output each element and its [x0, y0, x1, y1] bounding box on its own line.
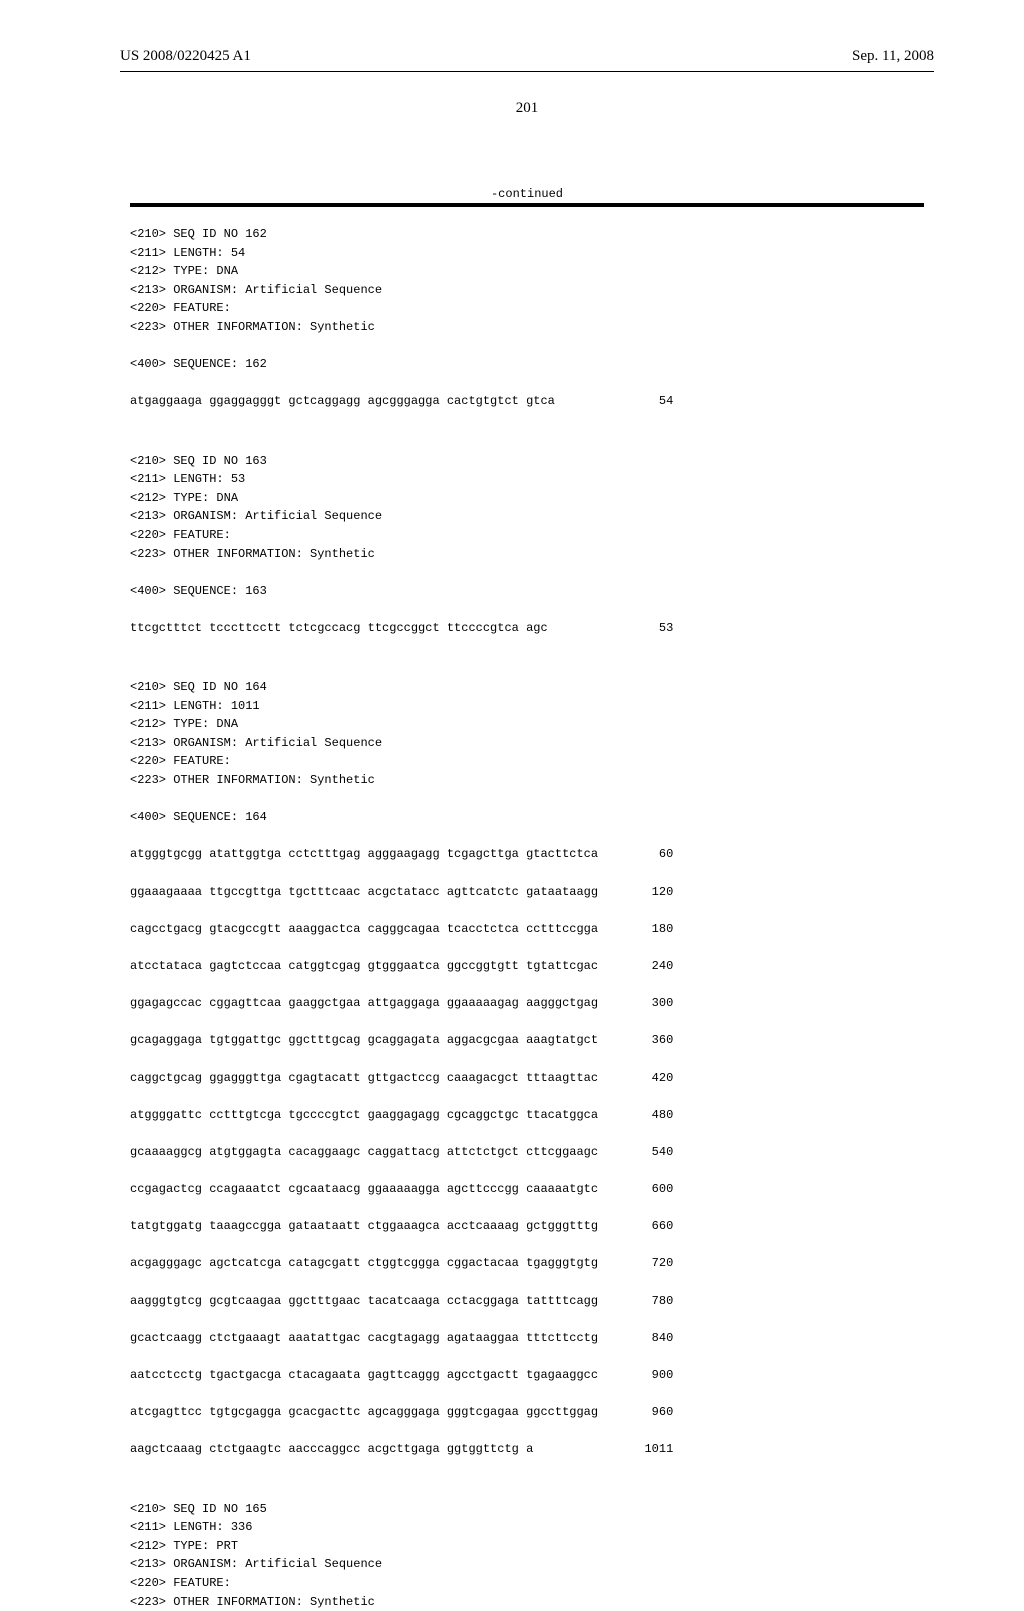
sequence-line: atcgagttcc tgtgcgagga gcacgacttc agcaggg… [130, 1403, 934, 1422]
meta-line: <210> SEQ ID NO 163 [130, 452, 934, 471]
sequence-position: 780 [623, 1292, 673, 1311]
meta-line: <211> LENGTH: 336 [130, 1518, 934, 1537]
meta-line: <212> TYPE: DNA [130, 489, 934, 508]
sequence-position: 840 [623, 1329, 673, 1348]
sequence-position: 300 [623, 994, 673, 1013]
sequence-position: 53 [623, 619, 673, 638]
meta-line: <220> FEATURE: [130, 526, 934, 545]
meta-line: <213> ORGANISM: Artificial Sequence [130, 1555, 934, 1574]
sequence-position: 480 [623, 1106, 673, 1125]
sequence-groups: caggctgcag ggagggttga cgagtacatt gttgact… [130, 1069, 605, 1088]
publication-date: Sep. 11, 2008 [852, 48, 934, 65]
sequence-entry: <210> SEQ ID NO 165<211> LENGTH: 336<212… [130, 1500, 934, 1611]
meta-line: <213> ORGANISM: Artificial Sequence [130, 507, 934, 526]
sequence-line: gcactcaagg ctctgaaagt aaatattgac cacgtag… [130, 1329, 934, 1348]
sequence-groups: ggagagccac cggagttcaa gaaggctgaa attgagg… [130, 994, 605, 1013]
page-container: US 2008/0220425 A1 Sep. 11, 2008 201 -co… [0, 0, 1024, 1611]
sequence-line: cagcctgacg gtacgccgtt aaaggactca cagggca… [130, 920, 934, 939]
sequence-groups: aagggtgtcg gcgtcaagaa ggctttgaac tacatca… [130, 1292, 605, 1311]
sequence-position: 720 [623, 1254, 673, 1273]
meta-line: <212> TYPE: PRT [130, 1537, 934, 1556]
sequence-position: 360 [623, 1031, 673, 1050]
meta-line: <212> TYPE: DNA [130, 715, 934, 734]
sequence-line: atgggtgcgg atattggtga cctctttgag agggaag… [130, 845, 934, 864]
sequence-position: 960 [623, 1403, 673, 1422]
sequence-groups: gcagaggaga tgtggattgc ggctttgcag gcaggag… [130, 1031, 605, 1050]
sequence-line: gcaaaaggcg atgtggagta cacaggaagc caggatt… [130, 1143, 934, 1162]
meta-line: <220> FEATURE: [130, 1574, 934, 1593]
sequence-line: atcctataca gagtctccaa catggtcgag gtgggaa… [130, 957, 934, 976]
publication-number: US 2008/0220425 A1 [120, 48, 251, 65]
meta-line: <210> SEQ ID NO 165 [130, 1500, 934, 1519]
sequence-groups: cagcctgacg gtacgccgtt aaaggactca cagggca… [130, 920, 605, 939]
meta-line: <223> OTHER INFORMATION: Synthetic [130, 318, 934, 337]
sequence-position: 420 [623, 1069, 673, 1088]
sequence-line: atggggattc cctttgtcga tgccccgtct gaaggag… [130, 1106, 934, 1125]
sequence-line: aagggtgtcg gcgtcaagaa ggctttgaac tacatca… [130, 1292, 934, 1311]
sequence-header: <400> SEQUENCE: 164 [130, 808, 934, 827]
sequence-groups: ttcgctttct tcccttcctt tctcgccacg ttcgccg… [130, 619, 605, 638]
sequence-groups: acgagggagc agctcatcga catagcgatt ctggtcg… [130, 1254, 605, 1273]
sequence-line: caggctgcag ggagggttga cgagtacatt gttgact… [130, 1069, 934, 1088]
sequence-groups: atgggtgcgg atattggtga cctctttgag agggaag… [130, 845, 605, 864]
sequence-position: 54 [623, 392, 673, 411]
meta-line: <210> SEQ ID NO 162 [130, 225, 934, 244]
meta-line: <211> LENGTH: 54 [130, 244, 934, 263]
sequence-position: 660 [623, 1217, 673, 1236]
sequence-position: 60 [623, 845, 673, 864]
sequence-position: 540 [623, 1143, 673, 1162]
meta-line: <220> FEATURE: [130, 752, 934, 771]
sequence-header: <400> SEQUENCE: 163 [130, 582, 934, 601]
sequence-entry: <210> SEQ ID NO 164<211> LENGTH: 1011<21… [130, 678, 934, 1478]
header-rule [120, 71, 934, 72]
black-bar-top [130, 203, 924, 207]
sequence-groups: atgaggaaga ggaggagggt gctcaggagg agcggga… [130, 392, 605, 411]
meta-line: <213> ORGANISM: Artificial Sequence [130, 734, 934, 753]
meta-line: <212> TYPE: DNA [130, 262, 934, 281]
meta-line: <223> OTHER INFORMATION: Synthetic [130, 771, 934, 790]
sequence-groups: atggggattc cctttgtcga tgccccgtct gaaggag… [130, 1106, 605, 1125]
header-row: US 2008/0220425 A1 Sep. 11, 2008 [120, 48, 934, 65]
meta-line: <220> FEATURE: [130, 299, 934, 318]
sequence-line: aagctcaaag ctctgaagtc aacccaggcc acgcttg… [130, 1440, 934, 1459]
sequence-groups: atcgagttcc tgtgcgagga gcacgacttc agcaggg… [130, 1403, 605, 1422]
meta-line: <211> LENGTH: 53 [130, 470, 934, 489]
meta-line: <223> OTHER INFORMATION: Synthetic [130, 545, 934, 564]
sequence-groups: ggaaagaaaa ttgccgttga tgctttcaac acgctat… [130, 883, 605, 902]
sequence-position: 600 [623, 1180, 673, 1199]
sequence-groups: gcaaaaggcg atgtggagta cacaggaagc caggatt… [130, 1143, 605, 1162]
sequence-line: ccgagactcg ccagaaatct cgcaataacg ggaaaaa… [130, 1180, 934, 1199]
sequence-entry: <210> SEQ ID NO 162<211> LENGTH: 54<212>… [130, 225, 934, 430]
sequence-position: 900 [623, 1366, 673, 1385]
meta-line: <211> LENGTH: 1011 [130, 697, 934, 716]
meta-line: <210> SEQ ID NO 164 [130, 678, 934, 697]
sequence-entry: <210> SEQ ID NO 163<211> LENGTH: 53<212>… [130, 452, 934, 657]
sequence-header: <400> SEQUENCE: 162 [130, 355, 934, 374]
sequence-position: 240 [623, 957, 673, 976]
sequence-line: ggagagccac cggagttcaa gaaggctgaa attgagg… [130, 994, 934, 1013]
sequence-line: atgaggaaga ggaggagggt gctcaggagg agcggga… [130, 392, 934, 411]
meta-line: <213> ORGANISM: Artificial Sequence [130, 281, 934, 300]
meta-line: <223> OTHER INFORMATION: Synthetic [130, 1593, 934, 1611]
sequence-position: 180 [623, 920, 673, 939]
sequence-groups: aatcctcctg tgactgacga ctacagaata gagttca… [130, 1366, 605, 1385]
continued-label: -continued [120, 187, 934, 201]
sequence-line: gcagaggaga tgtggattgc ggctttgcag gcaggag… [130, 1031, 934, 1050]
sequence-listing: <210> SEQ ID NO 162<211> LENGTH: 54<212>… [130, 225, 934, 1611]
sequence-groups: gcactcaagg ctctgaaagt aaatattgac cacgtag… [130, 1329, 605, 1348]
sequence-groups: ccgagactcg ccagaaatct cgcaataacg ggaaaaa… [130, 1180, 605, 1199]
sequence-line: aatcctcctg tgactgacga ctacagaata gagttca… [130, 1366, 934, 1385]
sequence-position: 1011 [623, 1440, 673, 1459]
sequence-groups: atcctataca gagtctccaa catggtcgag gtgggaa… [130, 957, 605, 976]
sequence-line: acgagggagc agctcatcga catagcgatt ctggtcg… [130, 1254, 934, 1273]
sequence-groups: tatgtggatg taaagccgga gataataatt ctggaaa… [130, 1217, 605, 1236]
sequence-line: ttcgctttct tcccttcctt tctcgccacg ttcgccg… [130, 619, 934, 638]
sequence-groups: aagctcaaag ctctgaagtc aacccaggcc acgcttg… [130, 1440, 605, 1459]
page-number: 201 [120, 100, 934, 117]
sequence-line: ggaaagaaaa ttgccgttga tgctttcaac acgctat… [130, 883, 934, 902]
sequence-position: 120 [623, 883, 673, 902]
sequence-line: tatgtggatg taaagccgga gataataatt ctggaaa… [130, 1217, 934, 1236]
